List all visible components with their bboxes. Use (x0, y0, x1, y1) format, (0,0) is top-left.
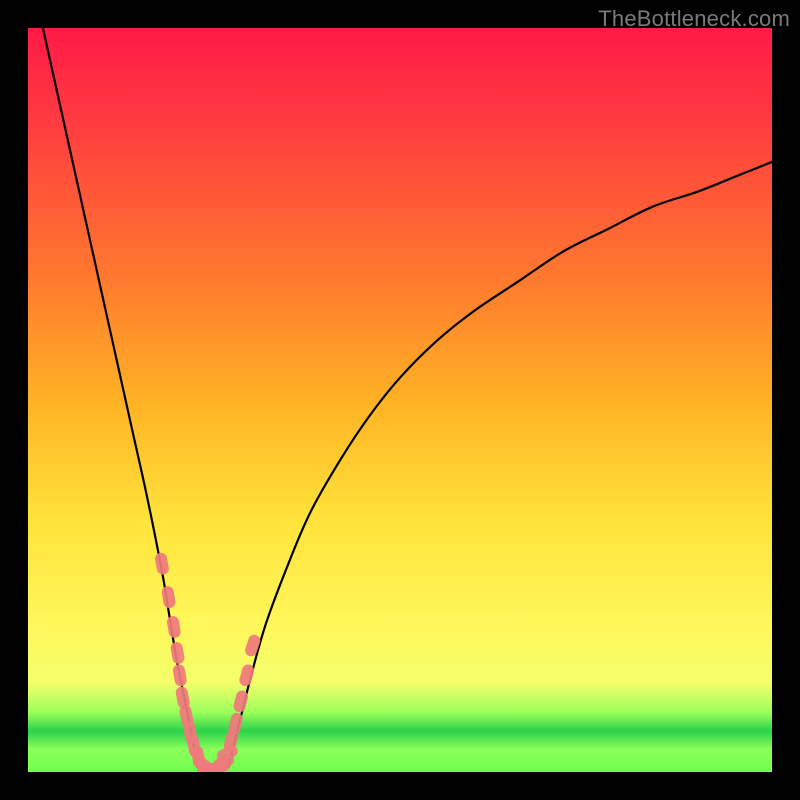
curve-marker (166, 615, 181, 639)
curve-marker (161, 585, 176, 609)
curve-layer (28, 28, 772, 772)
watermark-text: TheBottleneck.com (598, 6, 790, 32)
curve-marker (172, 663, 188, 687)
plot-area (28, 28, 772, 772)
bottleneck-curve (43, 28, 772, 771)
chart-stage: TheBottleneck.com (0, 0, 800, 800)
curve-marker (170, 641, 186, 665)
curve-marker (227, 712, 244, 736)
curve-marker (154, 552, 170, 576)
curve-marker (232, 689, 249, 713)
curve-path-group (43, 28, 772, 771)
marker-group (154, 552, 262, 772)
